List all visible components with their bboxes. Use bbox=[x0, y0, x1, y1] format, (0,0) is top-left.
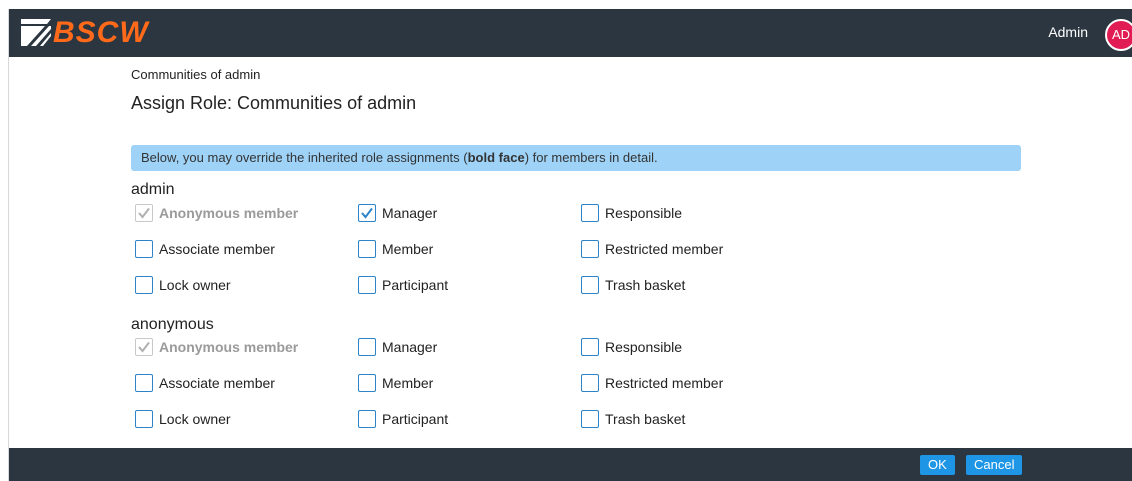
app-frame: BSCW Admin AD Communities of admin Assig… bbox=[8, 9, 1132, 481]
role-anonymous-member[interactable]: Member bbox=[358, 374, 433, 392]
app-header: BSCW Admin AD bbox=[9, 9, 1132, 57]
role-label: Trash basket bbox=[605, 411, 686, 427]
checkmark-icon bbox=[138, 341, 150, 353]
avatar[interactable]: AD bbox=[1105, 19, 1132, 51]
role-label: Anonymous member bbox=[159, 205, 299, 221]
role-label: Associate member bbox=[159, 241, 275, 257]
role-checkbox[interactable] bbox=[135, 410, 153, 428]
dialog-footer: OK Cancel bbox=[9, 448, 1132, 481]
role-label: Member bbox=[382, 241, 434, 257]
role-anonymous-responsible[interactable]: Responsible bbox=[581, 338, 682, 356]
role-checkbox[interactable] bbox=[135, 240, 153, 258]
role-admin-manager[interactable]: Manager bbox=[358, 204, 437, 222]
role-label: Participant bbox=[382, 277, 449, 293]
page-title: Assign Role: Communities of admin bbox=[131, 93, 417, 113]
role-anonymous-associate-member[interactable]: Associate member bbox=[135, 374, 275, 392]
role-label: Responsible bbox=[605, 339, 683, 355]
role-admin-restricted-member[interactable]: Restricted member bbox=[581, 240, 723, 258]
role-checkbox[interactable] bbox=[358, 338, 376, 356]
role-label: Member bbox=[382, 375, 434, 391]
bscw-logo[interactable]: BSCW bbox=[21, 17, 149, 49]
role-label: Restricted member bbox=[605, 241, 724, 257]
role-label: Responsible bbox=[605, 205, 683, 221]
role-label: Manager bbox=[382, 339, 438, 355]
role-checkbox[interactable] bbox=[358, 204, 376, 222]
checkmark-icon bbox=[361, 207, 373, 219]
role-checkbox[interactable] bbox=[135, 276, 153, 294]
checkmark-icon bbox=[138, 207, 150, 219]
info-text-bold: bold face bbox=[467, 150, 525, 165]
role-admin-associate-member[interactable]: Associate member bbox=[135, 240, 275, 258]
role-anonymous-anonymous-member: Anonymous member bbox=[135, 338, 298, 356]
role-checkbox[interactable] bbox=[581, 276, 599, 294]
role-admin-participant[interactable]: Participant bbox=[358, 276, 448, 294]
role-label: Associate member bbox=[159, 375, 275, 391]
cancel-button[interactable]: Cancel bbox=[966, 455, 1023, 475]
role-checkbox[interactable] bbox=[358, 410, 376, 428]
role-checkbox[interactable] bbox=[581, 374, 599, 392]
breadcrumb[interactable]: Communities of admin bbox=[131, 67, 260, 82]
role-admin-member[interactable]: Member bbox=[358, 240, 433, 258]
role-anonymous-lock-owner[interactable]: Lock owner bbox=[135, 410, 231, 428]
role-checkbox[interactable] bbox=[581, 204, 599, 222]
role-label: Anonymous member bbox=[159, 339, 299, 355]
role-checkbox[interactable] bbox=[581, 338, 599, 356]
role-admin-responsible[interactable]: Responsible bbox=[581, 204, 682, 222]
section-title-anonymous: anonymous bbox=[131, 316, 214, 333]
role-checkbox[interactable] bbox=[358, 374, 376, 392]
role-anonymous-manager[interactable]: Manager bbox=[358, 338, 437, 356]
role-label: Participant bbox=[382, 411, 449, 427]
ok-button[interactable]: OK bbox=[920, 455, 955, 475]
bscw-logo-icon bbox=[21, 19, 51, 46]
role-label: Lock owner bbox=[159, 411, 231, 427]
role-checkbox[interactable] bbox=[581, 410, 599, 428]
role-anonymous-participant[interactable]: Participant bbox=[358, 410, 448, 428]
role-admin-trash-basket[interactable]: Trash basket bbox=[581, 276, 685, 294]
role-label: Lock owner bbox=[159, 277, 231, 293]
info-text-after: ) for members in detail. bbox=[524, 150, 658, 165]
user-name[interactable]: Admin bbox=[1048, 24, 1088, 40]
section-title-admin: admin bbox=[131, 181, 175, 198]
role-admin-lock-owner[interactable]: Lock owner bbox=[135, 276, 231, 294]
role-label: Trash basket bbox=[605, 277, 686, 293]
role-checkbox bbox=[135, 204, 153, 222]
role-anonymous-restricted-member[interactable]: Restricted member bbox=[581, 374, 723, 392]
role-anonymous-trash-basket[interactable]: Trash basket bbox=[581, 410, 685, 428]
role-checkbox[interactable] bbox=[358, 240, 376, 258]
role-checkbox[interactable] bbox=[581, 240, 599, 258]
role-label: Manager bbox=[382, 205, 438, 221]
info-text-before: Below, you may override the inherited ro… bbox=[141, 150, 468, 165]
logo-text: BSCW bbox=[53, 16, 149, 49]
role-label: Restricted member bbox=[605, 375, 724, 391]
role-checkbox bbox=[135, 338, 153, 356]
role-admin-anonymous-member: Anonymous member bbox=[135, 204, 298, 222]
info-banner: Below, you may override the inherited ro… bbox=[131, 145, 1021, 171]
role-checkbox[interactable] bbox=[358, 276, 376, 294]
role-checkbox[interactable] bbox=[135, 374, 153, 392]
